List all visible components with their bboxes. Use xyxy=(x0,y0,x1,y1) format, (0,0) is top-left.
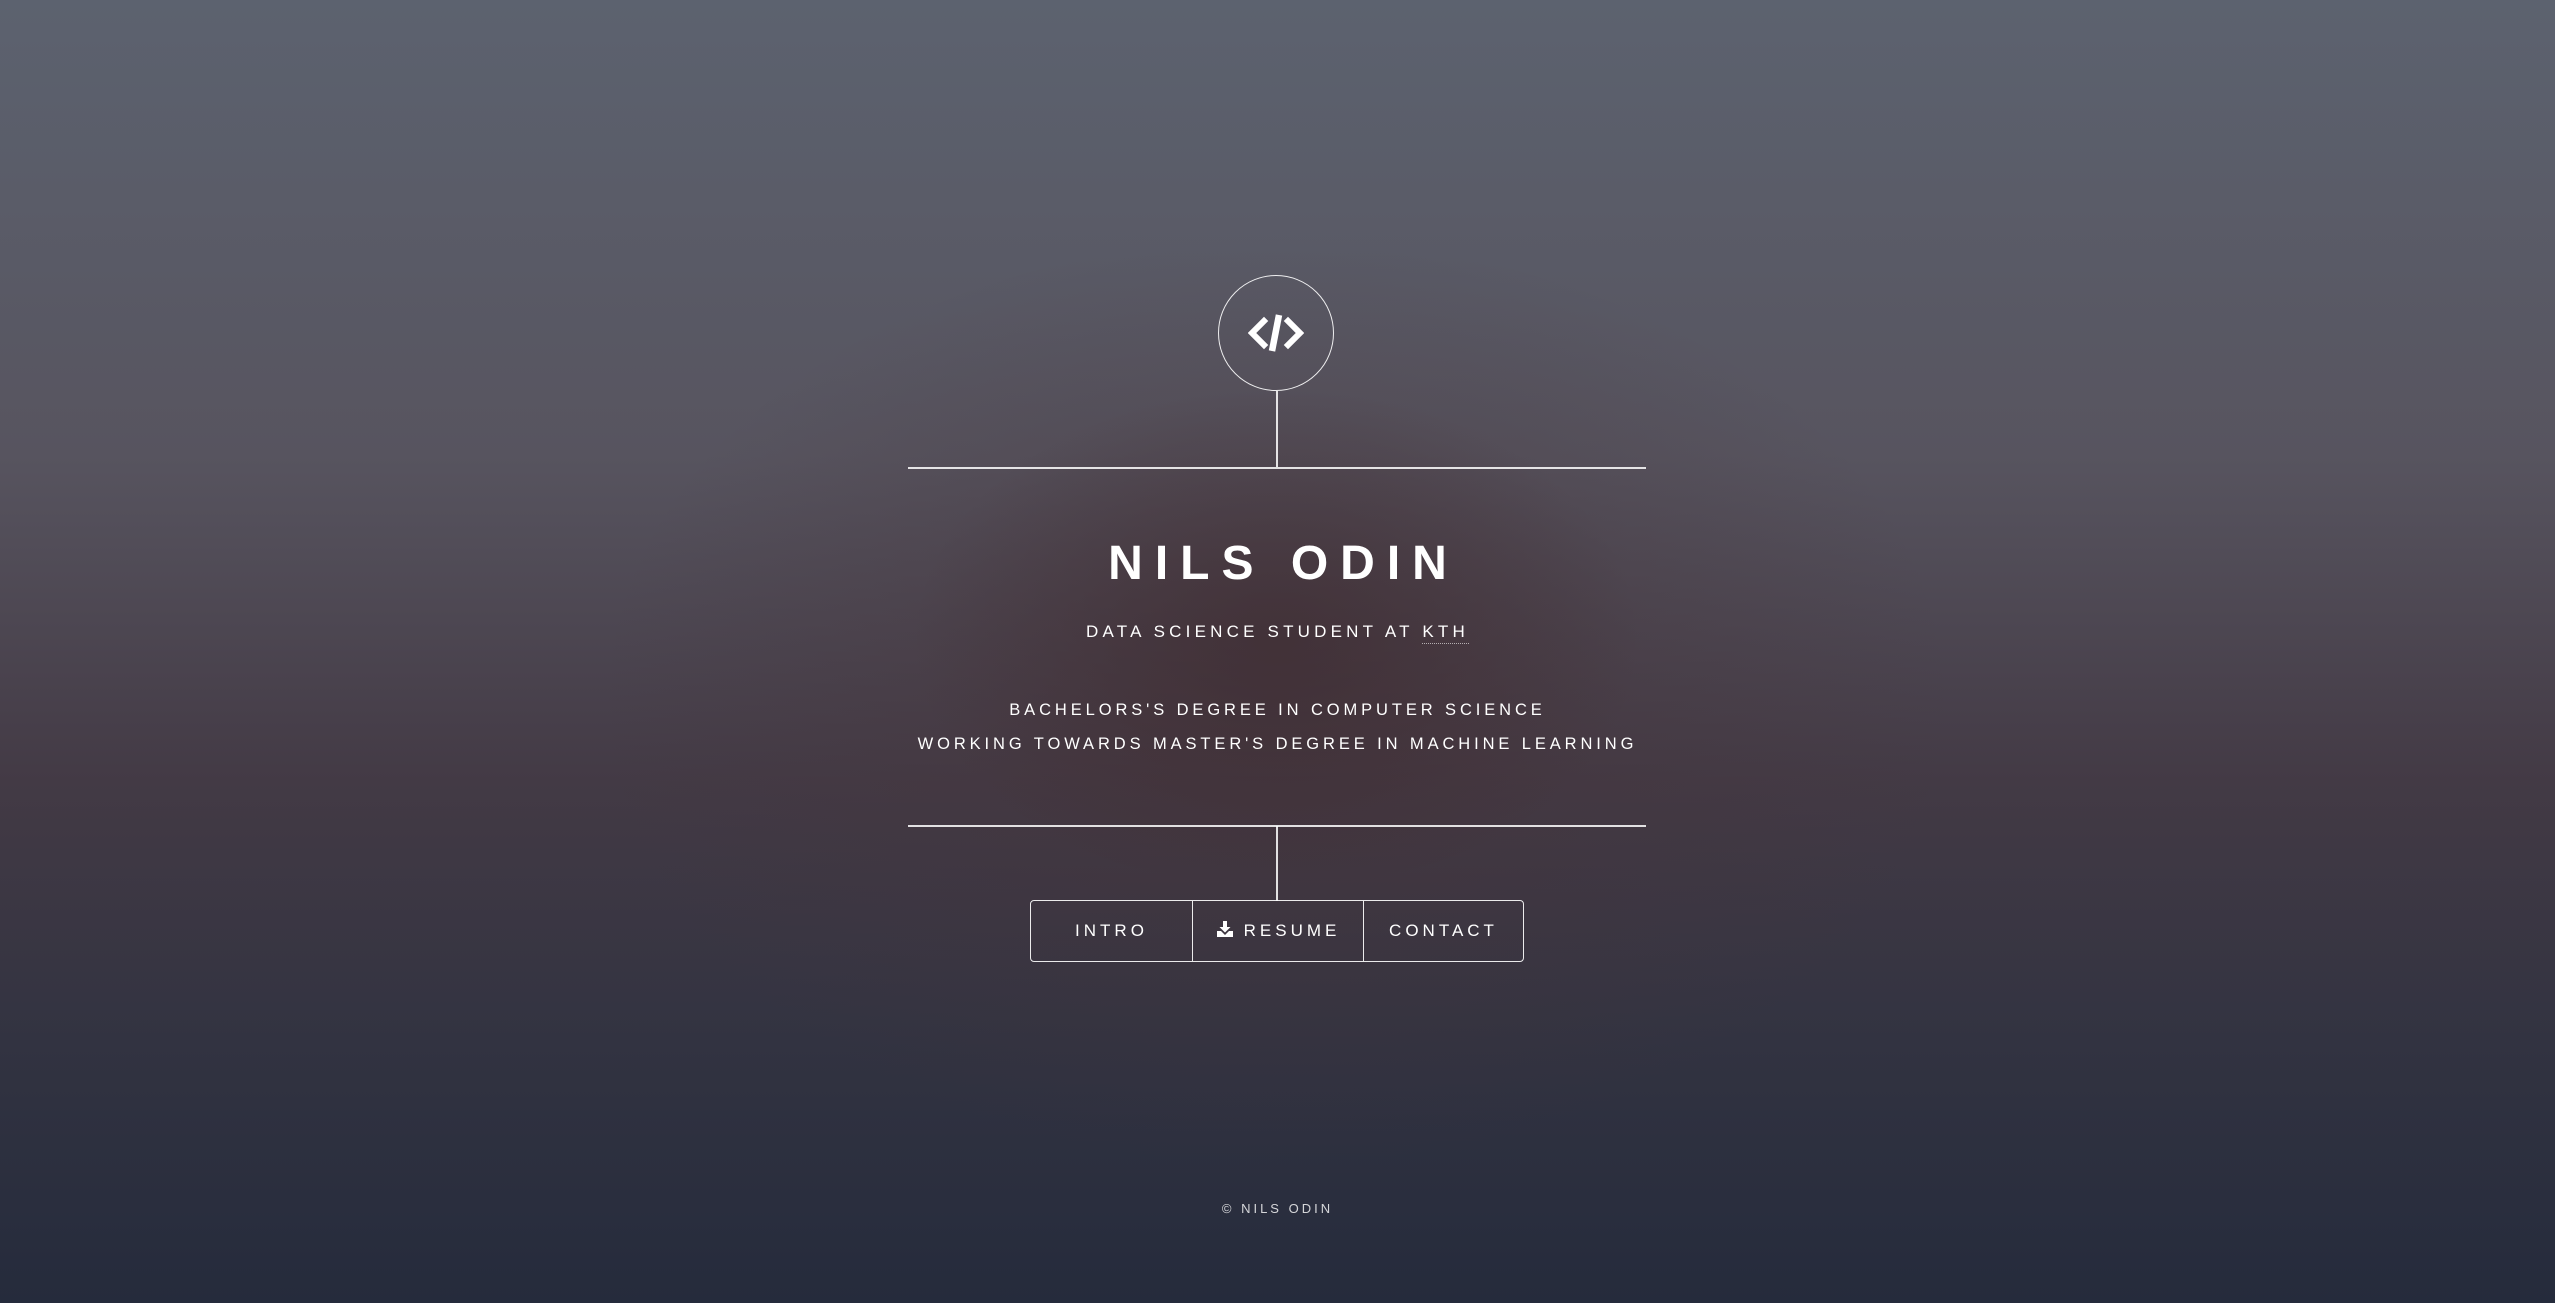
page: NILS ODIN DATA SCIENCE STUDENT AT KTH BA… xyxy=(0,0,2555,1303)
download-icon xyxy=(1216,920,1234,943)
connector-line-top xyxy=(1276,391,1278,467)
kth-link[interactable]: KTH xyxy=(1422,622,1469,644)
logo-circle xyxy=(1218,275,1334,391)
nav-resume-button[interactable]: RESUME xyxy=(1192,901,1363,961)
nav-contact-button[interactable]: CONTACT xyxy=(1363,901,1523,961)
nav-intro-label: INTRO xyxy=(1075,921,1148,940)
connector-line-bottom xyxy=(1276,826,1278,901)
description-line-2: WORKING TOWARDS MASTER'S DEGREE IN MACHI… xyxy=(917,735,1638,753)
subtitle: DATA SCIENCE STUDENT AT KTH xyxy=(0,620,2555,644)
description-line-1: BACHELORS'S DEGREE IN COMPUTER SCIENCE xyxy=(1009,701,1546,719)
main-nav: INTRO RESUME CONTACT xyxy=(1030,900,1524,962)
nav-resume-label: RESUME xyxy=(1243,921,1341,940)
nav-contact-label: CONTACT xyxy=(1389,921,1498,940)
footer-copyright: © NILS ODIN xyxy=(1221,1201,1334,1216)
subtitle-text: DATA SCIENCE STUDENT AT xyxy=(1086,622,1423,641)
nav-intro-button[interactable]: INTRO xyxy=(1031,901,1192,961)
page-title: NILS ODIN xyxy=(1108,537,1459,590)
divider-top xyxy=(908,467,1646,469)
code-icon xyxy=(1248,314,1304,352)
